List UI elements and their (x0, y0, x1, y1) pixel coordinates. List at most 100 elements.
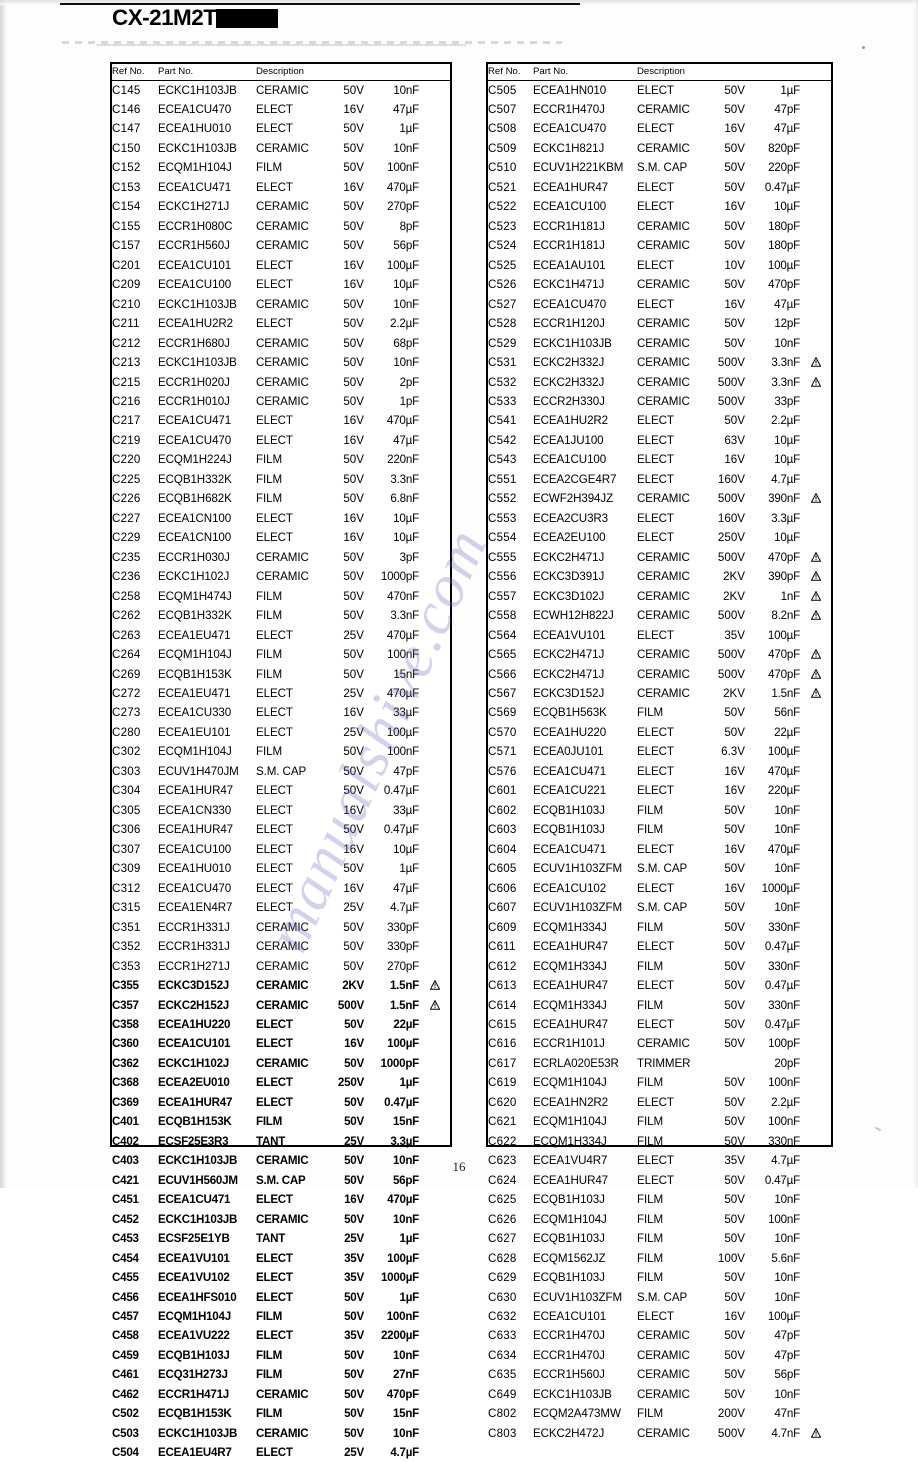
cell-type: FILM (256, 1348, 283, 1362)
cell-warning (419, 100, 450, 119)
cell-ref-no: C609 (488, 920, 517, 934)
cell-warning (800, 781, 832, 800)
cell-value: 470µF (386, 414, 419, 428)
cell-warning (419, 470, 450, 489)
cell-part-no: ECCR1H080C (158, 219, 233, 233)
cell-type: ELECT (637, 83, 674, 97)
cell-voltage: 50V (724, 1387, 745, 1401)
cell-value: 1000µF (761, 881, 800, 895)
table-row: C527 ECEA1CU470 ELECT 16V 47µF (488, 295, 832, 314)
cell-warning (419, 1327, 450, 1346)
cell-ref-no: C542 (488, 433, 517, 447)
cell-voltage: 500V (717, 394, 745, 408)
cell-warning (800, 509, 832, 528)
cell-value: 100nF (768, 1076, 800, 1090)
table-row: C201 ECEA1CU101 ELECT 16V 100µF (112, 256, 450, 275)
cell-voltage: 50V (343, 550, 364, 564)
cell-value: 4.7µF (771, 472, 800, 486)
table-row: C280 ECEA1EU101 ELECT 25V 100µF (112, 723, 450, 742)
cell-part-no: ECWF2H394JZ (533, 492, 614, 506)
cell-value: 10µF (774, 453, 800, 467)
cell-ref-no: C456 (112, 1290, 139, 1304)
cell-type: TANT (256, 1232, 286, 1246)
cell-ref-no: C630 (488, 1290, 517, 1304)
table-row: C451 ECEA1CU471 ELECT 16V 470µF (112, 1190, 450, 1209)
cell-voltage: 50V (343, 667, 364, 681)
warning-triangle-icon (811, 610, 821, 620)
cell-type: CERAMIC (256, 394, 309, 408)
cell-warning (800, 100, 832, 119)
cell-warning (800, 957, 832, 976)
cell-value: 20pF (774, 1056, 800, 1070)
cell-warning (419, 879, 450, 898)
cell-voltage: 50V (724, 823, 745, 837)
cell-voltage: 50V (724, 336, 745, 350)
cell-warning (800, 1034, 832, 1053)
cell-part-no: ECEA1CU470 (533, 297, 607, 311)
cell-part-no: ECCR1H331J (158, 940, 230, 954)
cell-warning (800, 353, 832, 372)
cell-type: ELECT (256, 258, 293, 272)
table-row: C521 ECEA1HUR47 ELECT 50V 0.47µF (488, 178, 832, 197)
cell-warning (800, 1385, 832, 1404)
cell-ref-no: C369 (112, 1095, 139, 1109)
cell-warning (419, 119, 450, 138)
cell-value: 180pF (768, 239, 800, 253)
cell-ref-no: C551 (488, 472, 517, 486)
table-row: C302 ECQM1H104J FILM 50V 100nF (112, 742, 450, 761)
cell-part-no: ECEA1HUR47 (533, 940, 609, 954)
cell-voltage: 50V (724, 979, 745, 993)
table-row: C525 ECEA1AU101 ELECT 10V 100µF (488, 256, 832, 275)
cell-ref-no: C620 (488, 1095, 517, 1109)
cell-type: FILM (256, 472, 283, 486)
cell-type: CERAMIC (256, 200, 309, 214)
cell-value: 47pF (393, 764, 419, 778)
cell-ref-no: C621 (488, 1115, 517, 1129)
cell-ref-no: C556 (488, 570, 517, 584)
table-row: C357 ECKC2H152J CERAMIC 500V 1.5nF (112, 996, 450, 1015)
cell-warning (800, 1132, 832, 1151)
cell-part-no: ECEA1CU470 (158, 433, 232, 447)
cell-part-no: ECEA1HUR47 (533, 979, 609, 993)
cell-ref-no: C236 (112, 570, 141, 584)
cell-part-no: ECQM1H104J (158, 1310, 231, 1324)
cell-type: CERAMIC (256, 570, 309, 584)
cell-warning (419, 1443, 450, 1462)
cell-ref-no: C226 (112, 492, 141, 506)
cell-type: FILM (256, 589, 283, 603)
cell-part-no: ECCR1H010J (158, 394, 230, 408)
cell-voltage: 50V (724, 1095, 745, 1109)
column-header-ref-no: Ref No. (488, 64, 533, 81)
cell-type: FILM (256, 1368, 283, 1382)
cell-type: CERAMIC (637, 1329, 690, 1343)
cell-warning (419, 684, 450, 703)
cell-ref-no: C526 (488, 278, 517, 292)
cell-type: ELECT (256, 881, 293, 895)
cell-value: 1µF (399, 1232, 419, 1246)
cell-value: 470µF (386, 628, 419, 642)
cell-ref-no: C454 (112, 1251, 139, 1265)
cell-ref-no: C606 (488, 881, 517, 895)
cell-value: 47pF (774, 1329, 800, 1343)
cell-type: FILM (637, 1232, 664, 1246)
cell-type: CERAMIC (637, 375, 690, 389)
cell-value: 470pF (386, 1387, 419, 1401)
cell-voltage: 50V (724, 1017, 745, 1031)
table-row: C522 ECEA1CU100 ELECT 16V 10µF (488, 197, 832, 216)
cell-ref-no: C458 (112, 1329, 139, 1343)
cell-voltage: 2KV (723, 570, 745, 584)
table-row: C502 ECQB1H153K FILM 50V 15nF (112, 1404, 450, 1423)
table-row: C215 ECCR1H020J CERAMIC 50V 2pF (112, 373, 450, 392)
cell-value: 68pF (393, 336, 419, 350)
cell-value: 0.47µF (764, 979, 800, 993)
table-row: C352 ECCR1H331J CERAMIC 50V 330pF (112, 937, 450, 956)
cell-type: ELECT (256, 725, 293, 739)
cell-value: 390nF (768, 492, 800, 506)
cell-voltage: 50V (724, 1037, 745, 1051)
cell-voltage: 50V (344, 1387, 364, 1401)
table-row: C369 ECEA1HUR47 ELECT 50V 0.47µF (112, 1093, 450, 1112)
cell-warning (419, 1054, 450, 1073)
cell-part-no: ECKC1H102J (158, 1056, 229, 1070)
cell-type: ELECT (256, 1095, 293, 1109)
cell-type: CERAMIC (256, 239, 309, 253)
